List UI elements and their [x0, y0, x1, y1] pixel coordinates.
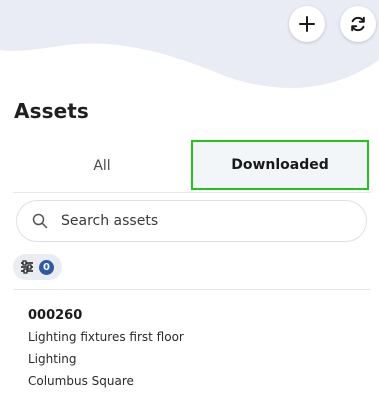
add-button[interactable] [289, 6, 325, 42]
asset-category: Lighting [28, 352, 77, 366]
asset-list-item[interactable]: 000260 Lighting fixtures first floor Lig… [28, 306, 358, 392]
filter-button[interactable]: 0 [13, 254, 62, 280]
asset-location: Columbus Square [28, 374, 134, 388]
sliders-icon [21, 260, 33, 274]
list-divider [13, 289, 371, 290]
plus-icon [299, 16, 315, 32]
assets-screen: Assets All Downloaded 0 000260 Lighting … [0, 0, 379, 404]
tab-downloaded[interactable]: Downloaded [191, 140, 369, 190]
search-bar [16, 200, 367, 242]
asset-id: 000260 [28, 308, 83, 323]
tab-all-label: All [93, 158, 111, 174]
tab-downloaded-label: Downloaded [231, 157, 329, 173]
page-title: Assets [14, 99, 89, 123]
tab-all[interactable]: All [13, 140, 191, 192]
filter-count-badge: 0 [39, 259, 54, 275]
asset-description: Lighting fixtures first floor [28, 330, 184, 344]
search-icon [31, 212, 49, 230]
asset-tabs: All Downloaded [13, 140, 371, 193]
search-input[interactable] [61, 213, 341, 229]
refresh-icon [351, 16, 365, 32]
refresh-button[interactable] [340, 6, 376, 42]
